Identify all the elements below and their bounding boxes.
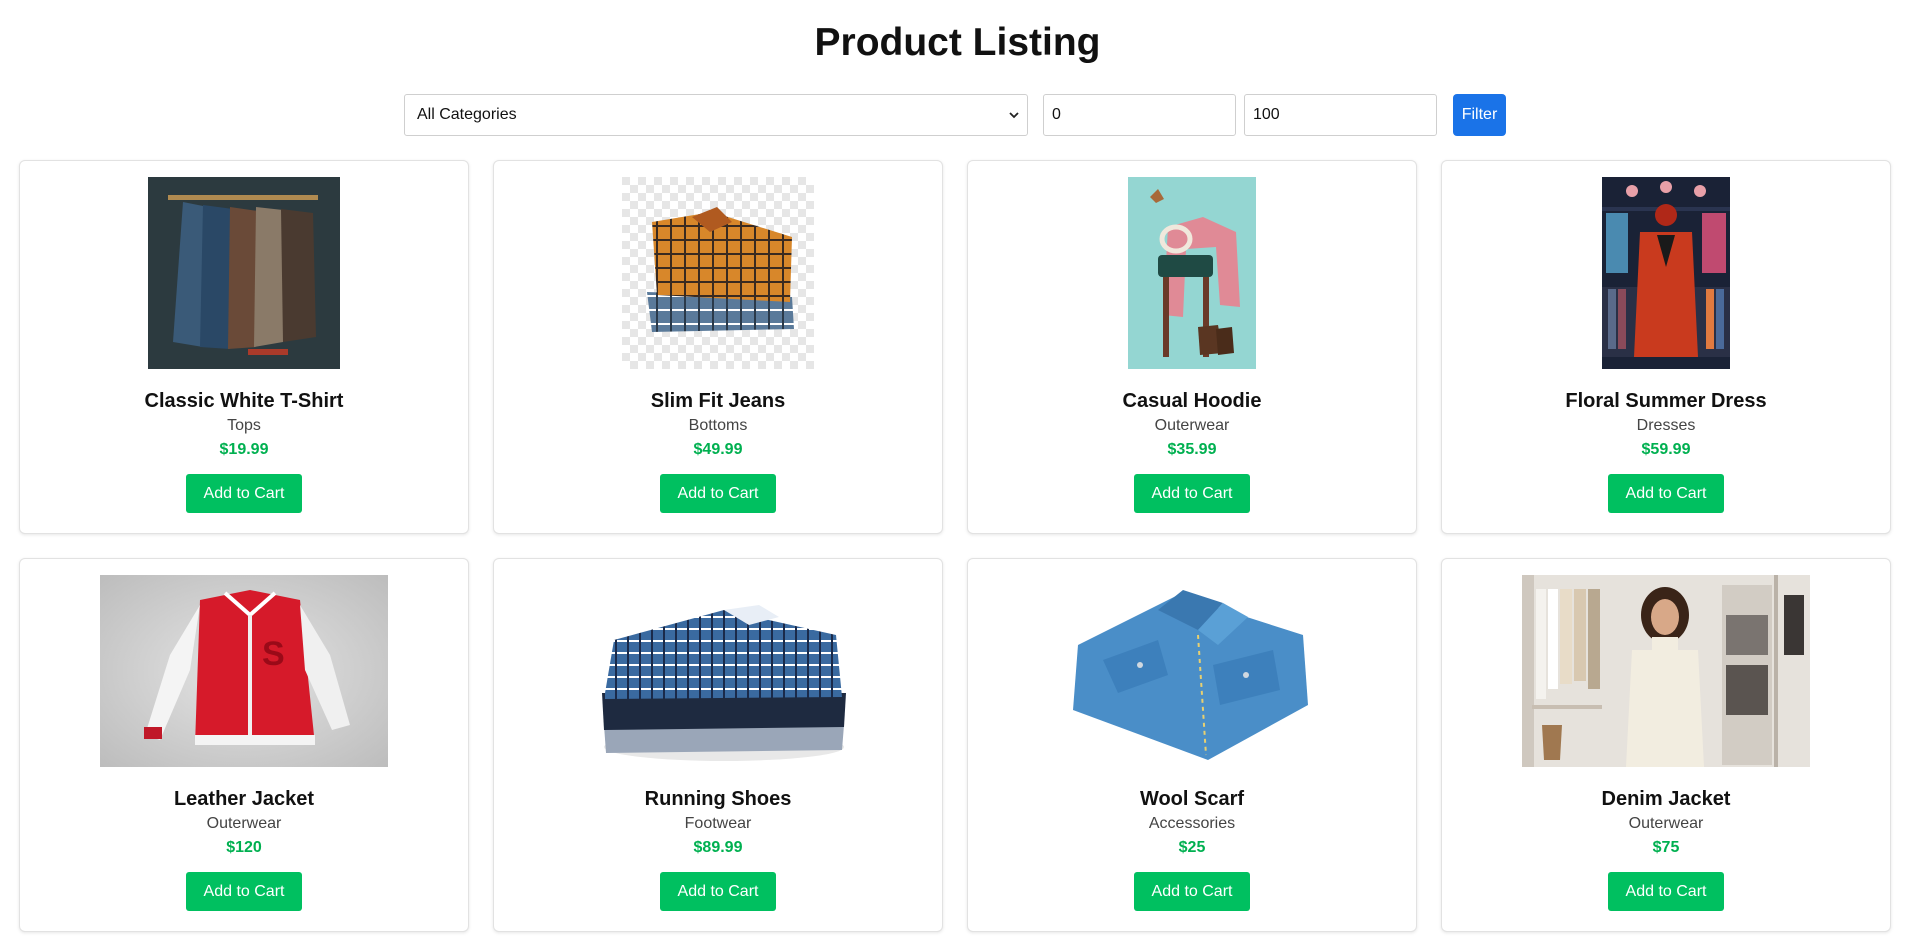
product-price: $75: [1652, 839, 1680, 856]
product-category: Tops: [227, 417, 261, 434]
product-name: Leather Jacket: [173, 788, 315, 810]
add-to-cart-button[interactable]: Add to Cart: [1134, 872, 1250, 911]
chevron-down-icon: [1009, 112, 1019, 119]
product-grid: Classic White T-Shirt Tops $19.99 Add to…: [19, 160, 1891, 932]
min-price-input[interactable]: [1043, 94, 1236, 136]
svg-text:S: S: [262, 635, 285, 673]
product-card: S Leather Jacket Outerwear $120 Add to C…: [19, 558, 469, 932]
product-category: Outerwear: [1154, 417, 1230, 434]
add-to-cart-button[interactable]: Add to Cart: [186, 474, 302, 513]
product-price: $120: [226, 839, 262, 856]
product-price: $49.99: [693, 441, 743, 458]
product-card: Casual Hoodie Outerwear $35.99 Add to Ca…: [967, 160, 1417, 534]
product-name: Running Shoes: [644, 788, 792, 810]
category-select[interactable]: All Categories: [404, 94, 1028, 136]
product-name: Slim Fit Jeans: [650, 390, 786, 412]
product-card: Wool Scarf Accessories $25 Add to Cart: [967, 558, 1417, 932]
filter-button[interactable]: Filter: [1453, 94, 1506, 136]
product-name: Wool Scarf: [1139, 788, 1245, 810]
product-image: [622, 177, 814, 369]
product-card: Running Shoes Footwear $89.99 Add to Car…: [493, 558, 943, 932]
product-image: [1128, 177, 1256, 369]
product-price: $59.99: [1641, 441, 1691, 458]
product-listing-page: Product Listing All Categories Filter: [0, 0, 1915, 936]
product-price: $89.99: [693, 839, 743, 856]
product-category: Outerwear: [206, 815, 282, 832]
add-to-cart-button[interactable]: Add to Cart: [660, 872, 776, 911]
add-to-cart-button[interactable]: Add to Cart: [660, 474, 776, 513]
product-image: S: [100, 575, 388, 767]
product-card: Slim Fit Jeans Bottoms $49.99 Add to Car…: [493, 160, 943, 534]
product-image: [1602, 177, 1730, 369]
add-to-cart-button[interactable]: Add to Cart: [1134, 474, 1250, 513]
product-category: Accessories: [1148, 815, 1236, 832]
add-to-cart-button[interactable]: Add to Cart: [1608, 872, 1724, 911]
product-name: Casual Hoodie: [1122, 390, 1262, 412]
product-card: Denim Jacket Outerwear $75 Add to Cart: [1441, 558, 1891, 932]
product-price: $35.99: [1167, 441, 1217, 458]
page-title: Product Listing: [814, 21, 1101, 64]
product-image: [1522, 575, 1810, 767]
product-name: Classic White T-Shirt: [144, 390, 344, 412]
product-category: Outerwear: [1628, 815, 1704, 832]
product-image: [1048, 575, 1336, 767]
product-category: Bottoms: [688, 417, 748, 434]
product-price: $25: [1178, 839, 1206, 856]
filter-bar: All Categories Filter: [404, 94, 1506, 136]
max-price-input[interactable]: [1244, 94, 1437, 136]
category-select-value: All Categories: [417, 106, 517, 123]
product-price: $19.99: [219, 441, 269, 458]
add-to-cart-button[interactable]: Add to Cart: [186, 872, 302, 911]
add-to-cart-button[interactable]: Add to Cart: [1608, 474, 1724, 513]
product-category: Footwear: [684, 815, 752, 832]
product-name: Floral Summer Dress: [1565, 390, 1767, 412]
product-image: [148, 177, 340, 369]
product-image: [574, 575, 862, 767]
product-card: Floral Summer Dress Dresses $59.99 Add t…: [1441, 160, 1891, 534]
product-category: Dresses: [1636, 417, 1696, 434]
product-name: Denim Jacket: [1601, 788, 1731, 810]
product-card: Classic White T-Shirt Tops $19.99 Add to…: [19, 160, 469, 534]
